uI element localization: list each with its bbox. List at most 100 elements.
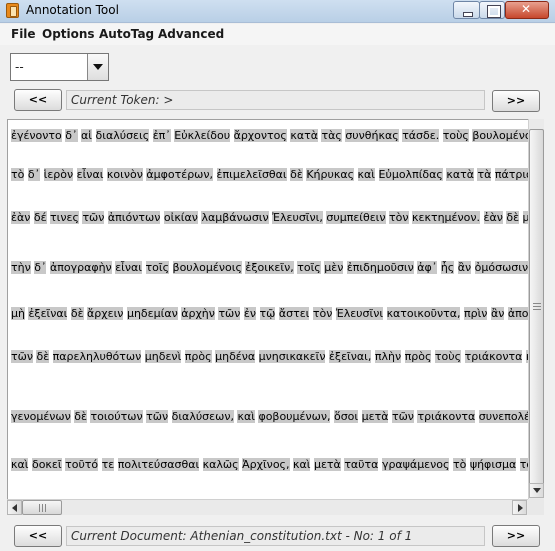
token[interactable]: τὰς [321,129,342,142]
prev-document-button[interactable]: << [14,525,62,547]
token[interactable]: δ᾽ [27,168,41,181]
token[interactable]: ἐὰν [11,211,31,224]
token[interactable]: τῶν [218,307,241,320]
token[interactable]: μνησικακεῖν [258,350,326,363]
token[interactable]: ἂν [490,307,505,320]
token[interactable]: δοκεῖ [31,458,62,471]
token[interactable]: συνθήκας [345,129,399,142]
token[interactable]: τῶν [146,410,169,423]
token[interactable]: ἐπιμελεῖσθαι [216,168,287,181]
scroll-left-arrow-icon[interactable] [7,500,22,515]
token[interactable]: πρὶν [463,307,488,320]
token[interactable]: τοῖς [145,261,170,274]
menu-options[interactable]: Options [42,27,95,41]
token[interactable]: καὶ [357,168,376,181]
token[interactable]: τριάκοντα [464,350,523,363]
token[interactable]: κοινὸν [106,168,143,181]
token[interactable]: ἐξοικεῖν, [245,261,294,274]
token[interactable]: πρὸς [184,350,212,363]
token[interactable]: ἀφ᾽ [417,261,438,274]
token[interactable]: ἐξεῖναι, [328,350,372,363]
token[interactable]: κατοικοῦντα, [386,307,461,320]
token[interactable]: τοὺς [434,350,462,363]
token[interactable]: ἂν [457,261,472,274]
prev-token-button[interactable]: << [14,89,62,111]
token[interactable]: ἀπιόντων [107,211,161,224]
token[interactable]: μετὰ [313,458,341,471]
token[interactable]: μηδεμίαν [126,307,178,320]
token[interactable]: τοὺς [442,129,469,142]
token[interactable]: τοῦτό [65,458,99,471]
token[interactable]: ἐν [243,307,257,320]
token[interactable]: ταῦτα [344,458,379,471]
token[interactable]: καλῶς [202,458,239,471]
token[interactable]: δ᾽ [34,261,47,274]
token[interactable]: τῶν [11,350,33,363]
menu-file[interactable]: File [11,27,36,41]
token[interactable]: δέ [33,211,47,224]
menu-advanced[interactable]: Advanced [158,27,224,41]
token[interactable]: λαμβάνωσιν [201,211,269,224]
tag-select[interactable]: -- [10,53,109,81]
token[interactable]: ἄρχειν [87,307,124,320]
token[interactable]: ἀρχὴν [181,307,215,320]
chevron-down-icon[interactable] [87,54,108,80]
token[interactable]: κατὰ [446,168,474,181]
token[interactable]: ἄρχοντος [233,129,287,142]
token[interactable]: ὅσοι [333,410,359,423]
token[interactable]: ἐξεῖναι [28,307,68,320]
token[interactable]: ἐπιδημοῦσιν [346,261,414,274]
token[interactable]: μηδενὶ [144,350,182,363]
vertical-scroll-thumb[interactable] [529,129,544,489]
token[interactable]: τὰ [477,168,492,181]
token[interactable]: παρεληλυθότων [52,350,142,363]
minimize-button[interactable] [453,1,480,19]
token[interactable]: μετὰ [361,410,389,423]
token[interactable]: μὲν [324,261,344,274]
token[interactable]: Ἐλευσῖνι, [272,211,323,224]
token[interactable]: συμπείθειν [326,211,386,224]
token[interactable]: καὶ [293,458,311,471]
token[interactable]: ὀμόσωσιν [474,261,529,274]
token[interactable]: ἀμφοτέρων, [146,168,214,181]
token[interactable]: ἐγένοντο [11,129,62,142]
next-document-button[interactable]: >> [492,525,540,547]
token[interactable]: τὸ [452,458,467,471]
token[interactable]: καὶ [237,410,255,423]
token[interactable]: βουλομένοις [172,261,242,274]
token[interactable]: δὲ [74,410,87,423]
text-panel[interactable]: ἐγένοντο δ᾽ αἱ διαλύσεις ἐπ᾽ Εὐκλείδου ἄ… [7,119,544,515]
token[interactable]: τὸν [312,307,333,320]
token[interactable]: τῶν [391,410,414,423]
token[interactable]: αἱ [81,129,92,142]
token[interactable]: ἧς [440,261,455,274]
token[interactable]: τοιούτων [90,410,143,423]
token[interactable]: ἀπογραφὴν [49,261,112,274]
scroll-down-arrow-icon[interactable] [529,483,544,498]
token[interactable]: ψήφισμα [469,458,517,471]
vertical-scrollbar[interactable] [528,119,544,499]
maximize-button[interactable] [479,1,505,19]
token[interactable]: τὴν [11,261,31,274]
token[interactable]: τε [101,458,115,471]
token[interactable]: ἄστει [278,307,310,320]
token[interactable]: εἶναι [76,168,104,181]
token[interactable]: Ἀρχῖνος, [242,458,290,471]
token[interactable]: δ᾽ [65,129,78,142]
token[interactable]: μὴ [11,307,25,320]
token[interactable]: τάσδε. [402,129,440,142]
token[interactable]: τριάκοντα [417,410,476,423]
token[interactable]: διαλύσεων, [171,410,234,423]
token[interactable]: πολιτεύσασθαι [117,458,200,471]
token[interactable]: γραψάμενος [381,458,450,471]
token[interactable]: γενομένων [11,410,71,423]
token[interactable]: πρὸς [404,350,432,363]
token[interactable]: εἶναι [115,261,143,274]
token[interactable]: Ἐλευσῖνι [335,307,384,320]
token[interactable]: δὲ [36,350,50,363]
close-button[interactable] [505,1,549,19]
token[interactable]: τῷ [259,307,276,320]
horizontal-scrollbar[interactable] [7,499,528,515]
token[interactable]: τὸ [11,168,25,181]
token[interactable]: δὲ [290,168,303,181]
